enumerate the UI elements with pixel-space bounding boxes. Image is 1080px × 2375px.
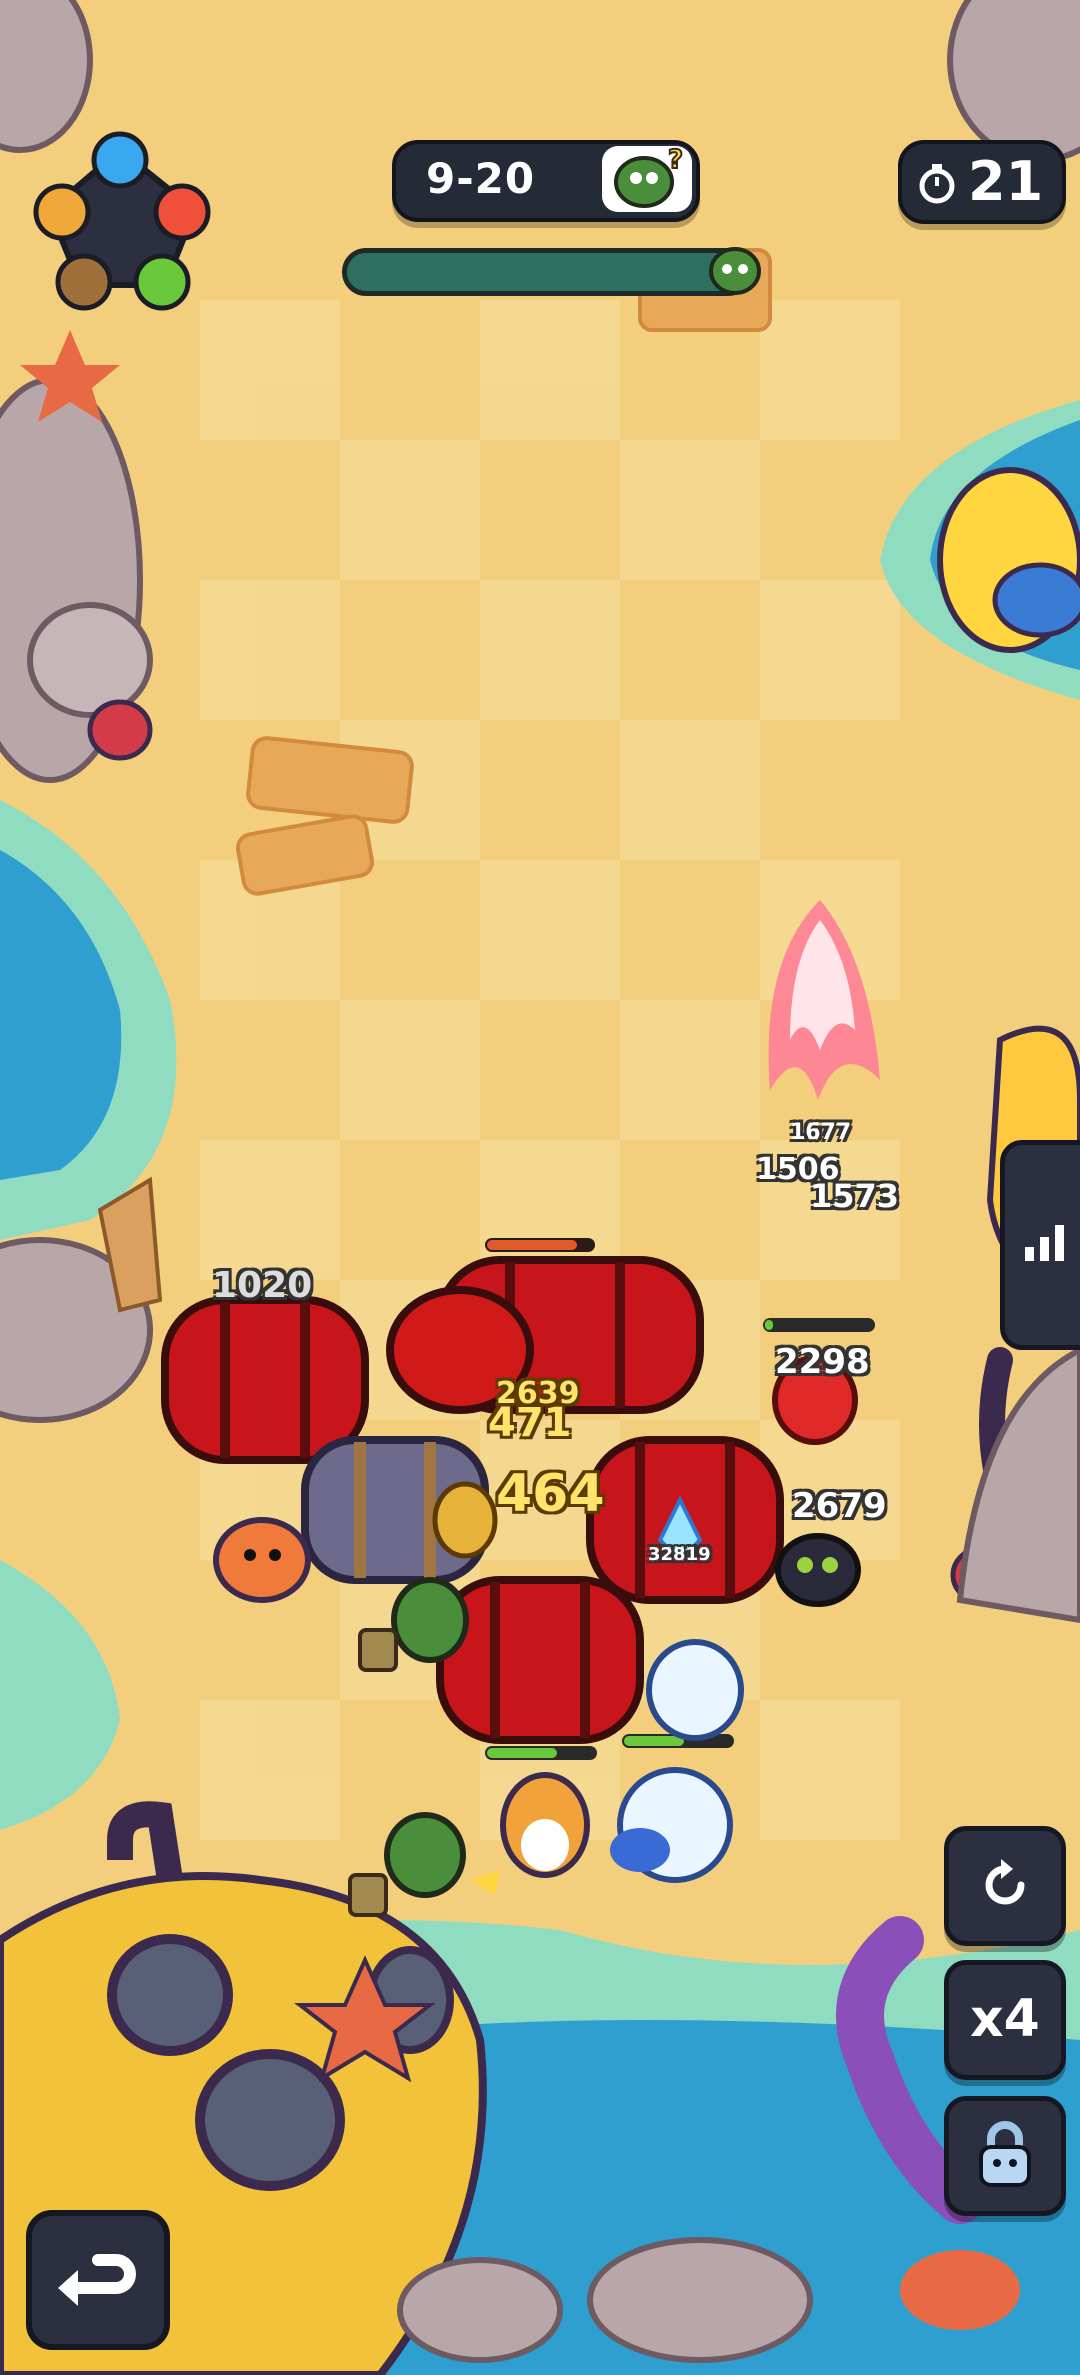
bar-chart-icon: [1025, 1225, 1064, 1261]
red-barrel: [436, 1576, 644, 1744]
lightning-icon: [33, 183, 91, 241]
dark-bomb-enemy: [775, 1533, 861, 1607]
speed-label: x4: [970, 1989, 1040, 2049]
retry-button[interactable]: [944, 1826, 1066, 1946]
battlefield-scene: [0, 0, 1080, 2375]
damage-number: 32819: [648, 1544, 711, 1565]
damage-number: 2679: [792, 1486, 887, 1526]
damage-number: 1677: [790, 1120, 852, 1145]
return-arrow-icon: [58, 2254, 136, 2306]
stopwatch-icon: [919, 164, 955, 204]
timer-value: 21: [968, 150, 1044, 213]
water-icon: [91, 131, 149, 189]
svg-text:?: ?: [668, 146, 683, 175]
fire-icon: [153, 183, 211, 241]
damage-number: 1573: [810, 1177, 900, 1215]
damage-number: 471: [488, 1400, 572, 1446]
back-button[interactable]: [26, 2210, 170, 2350]
speed-button[interactable]: x4: [944, 1960, 1066, 2080]
timer-display: 21: [898, 140, 1066, 224]
tiger-hero: [213, 1517, 311, 1603]
damage-number: 464: [496, 1464, 605, 1524]
damage-number: 2298: [775, 1342, 870, 1382]
wave-progress-bar: [342, 247, 761, 296]
red-barrel: [161, 1296, 369, 1464]
stats-tab-button[interactable]: [1000, 1140, 1080, 1350]
refresh-icon: [985, 1859, 1025, 1905]
earth-icon: [55, 253, 113, 311]
stage-indicator: 9-20 ?: [392, 140, 700, 222]
auto-lock-button[interactable]: [944, 2096, 1066, 2216]
damage-number: 1020: [212, 1265, 313, 1306]
zombie-marker-icon: [709, 247, 761, 295]
stage-label: 9-20: [426, 154, 536, 203]
lock-icon: [979, 2121, 1031, 2187]
nature-icon: [133, 253, 191, 311]
boss-preview-icon[interactable]: ?: [602, 144, 692, 212]
